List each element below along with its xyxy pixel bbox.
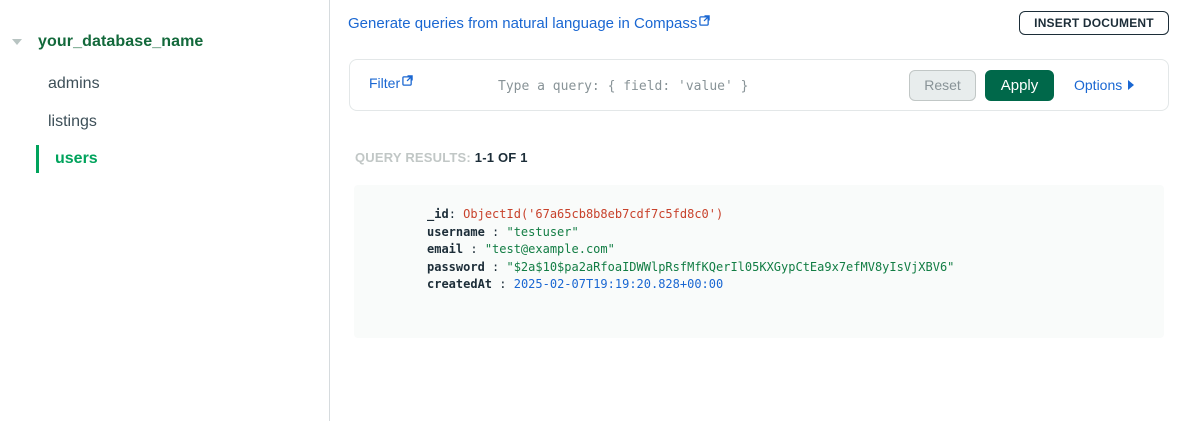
reset-button[interactable]: Reset xyxy=(909,70,976,101)
field-key: createdAt xyxy=(427,277,493,291)
filter-label: Filter xyxy=(369,75,401,91)
generate-queries-link[interactable]: Generate queries from natural language i… xyxy=(348,15,711,32)
caret-right-icon xyxy=(1128,80,1135,90)
field-key: username xyxy=(427,224,485,239)
field-key: email xyxy=(427,242,464,256)
external-link-icon xyxy=(699,15,711,26)
sidebar-item-admins[interactable]: admins xyxy=(48,75,100,93)
document-field: username : "testuser" xyxy=(427,224,579,239)
document-field: createdAt : 2025-02-07T19:19:20.828+00:0… xyxy=(427,277,724,291)
options-button[interactable]: Options xyxy=(1074,77,1135,93)
field-value: "testuser" xyxy=(506,224,579,239)
filter-link[interactable]: Filter xyxy=(369,75,413,91)
document-field: password : "$2a$10$pa2aRfoaIDWWlpRsfMfKQ… xyxy=(427,259,955,274)
document-field: _id: ObjectId('67a65cb8b8eb7cdf7c5fd8c0'… xyxy=(427,207,724,221)
field-value: ObjectId('67a65cb8b8eb7cdf7c5fd8c0') xyxy=(463,207,724,221)
query-results-label: QUERY RESULTS: xyxy=(355,150,475,165)
sidebar-item-users[interactable]: users xyxy=(36,145,98,173)
sidebar: your_database_name admins listings users xyxy=(0,0,330,421)
query-results-header: QUERY RESULTS: 1-1 OF 1 xyxy=(355,150,528,165)
query-input[interactable] xyxy=(498,76,918,96)
sidebar-item-listings[interactable]: listings xyxy=(48,113,97,131)
field-value: 2025-02-07T19:19:20.828+00:00 xyxy=(513,277,724,291)
main-panel: Generate queries from natural language i… xyxy=(331,0,1203,421)
document-field: email : "test@example.com" xyxy=(427,242,615,256)
apply-button[interactable]: Apply xyxy=(985,70,1054,101)
caret-down-icon[interactable] xyxy=(12,39,22,45)
field-key: password xyxy=(427,259,485,274)
query-bar: Filter Reset Apply Options xyxy=(349,59,1169,111)
insert-document-button[interactable]: INSERT DOCUMENT xyxy=(1019,11,1169,35)
database-name: your_database_name xyxy=(38,33,204,50)
field-value: "$2a$10$pa2aRfoaIDWWlpRsfMfKQerIl05KXGyp… xyxy=(506,259,955,274)
query-results-count: 1-1 OF 1 xyxy=(474,150,528,165)
database-item[interactable]: your_database_name xyxy=(12,33,203,51)
document-card[interactable]: _id: ObjectId('67a65cb8b8eb7cdf7c5fd8c0'… xyxy=(354,185,1164,338)
document-body: _id: ObjectId('67a65cb8b8eb7cdf7c5fd8c0'… xyxy=(427,206,954,294)
options-label: Options xyxy=(1074,77,1123,93)
generate-queries-label: Generate queries from natural language i… xyxy=(348,15,698,32)
external-link-icon xyxy=(402,75,413,86)
field-key: _id xyxy=(427,207,449,221)
field-value: "test@example.com" xyxy=(484,242,615,256)
